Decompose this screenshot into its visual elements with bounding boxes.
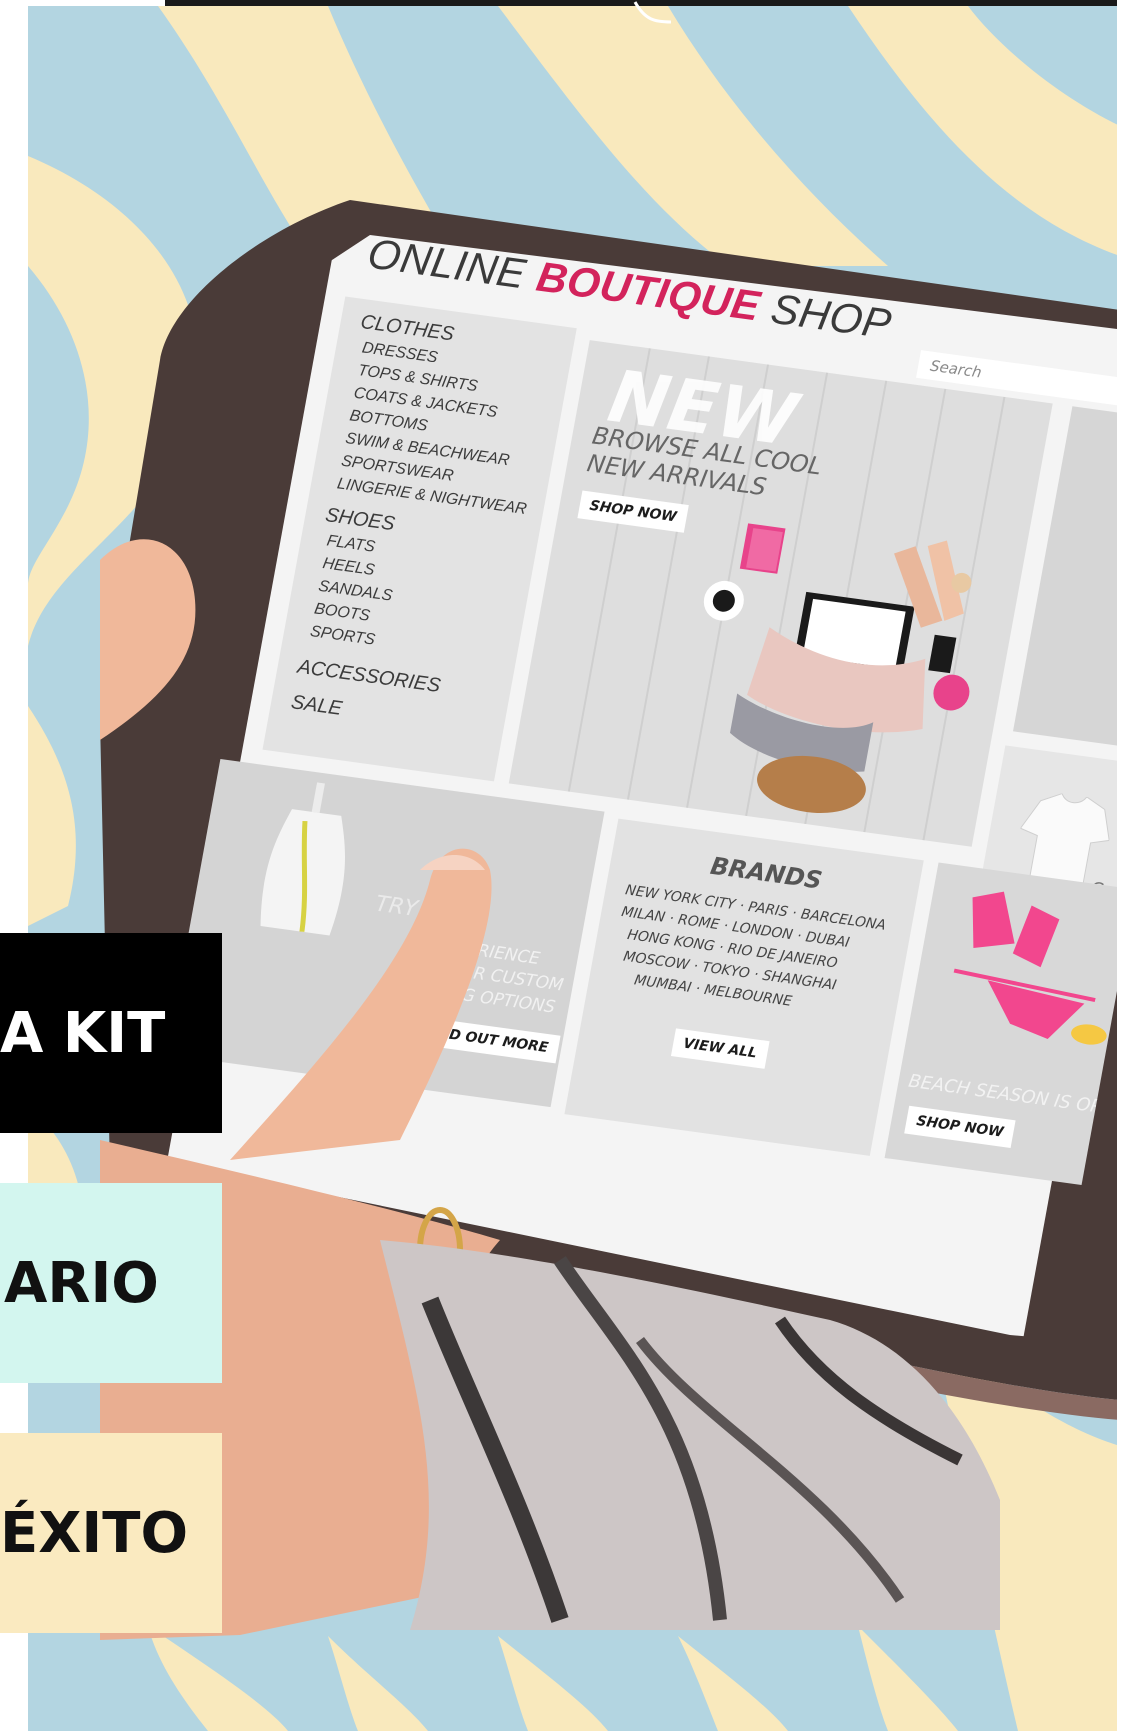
kit-label: A KIT [0, 1000, 166, 1066]
ario-label: ARIO [4, 1250, 159, 1316]
right-edge [1117, 0, 1129, 1731]
ario-label-block[interactable]: ARIO [0, 1183, 222, 1383]
kit-label-block[interactable]: A KIT [0, 933, 222, 1133]
exito-label: ÉXITO [0, 1500, 189, 1566]
exito-label-block[interactable]: ÉXITO [0, 1433, 222, 1633]
